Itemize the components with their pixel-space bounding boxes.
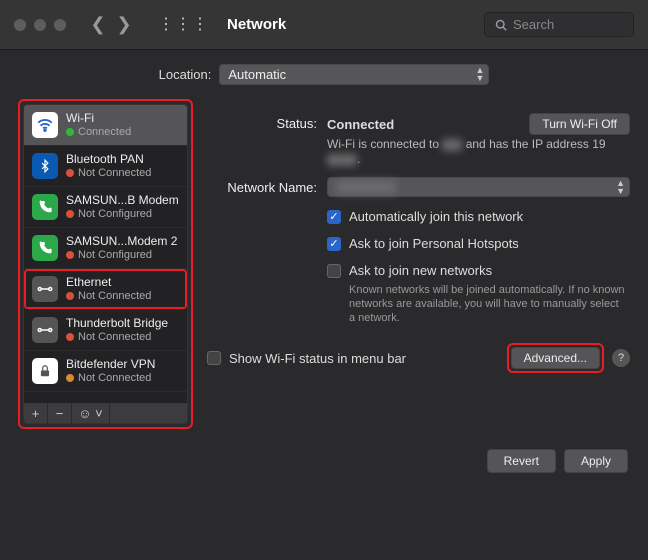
dialog-buttons: Revert Apply bbox=[0, 439, 648, 483]
ask-hotspot-checkbox[interactable]: ✓ bbox=[327, 237, 341, 251]
show-menubar-label: Show Wi-Fi status in menu bar bbox=[229, 351, 406, 366]
advanced-highlight-box: Advanced... bbox=[507, 343, 604, 373]
revert-button[interactable]: Revert bbox=[487, 449, 556, 473]
window-title: Network bbox=[227, 16, 286, 33]
ethernet-icon bbox=[32, 276, 58, 302]
ask-hotspot-row: ✓ Ask to join Personal Hotspots bbox=[327, 236, 630, 251]
sidebar-highlight-box: Wi-Fi Connected Bluetooth PAN Not Connec… bbox=[18, 99, 193, 429]
bluetooth-icon bbox=[32, 153, 58, 179]
network-name-select[interactable]: ▲▼ bbox=[327, 177, 630, 197]
sidebar-item-status: Not Connected bbox=[66, 371, 155, 385]
redacted-ip: xxxxx bbox=[327, 154, 357, 166]
sidebar-item-label: Wi-Fi bbox=[66, 111, 131, 125]
help-button[interactable]: ? bbox=[612, 349, 630, 367]
thunderbolt-icon bbox=[32, 317, 58, 343]
sidebar-item-status: Not Configured bbox=[66, 248, 177, 262]
main-panel: Status: Connected Turn Wi-Fi Off Wi-Fi i… bbox=[207, 99, 630, 373]
add-interface-button[interactable]: + bbox=[24, 404, 48, 423]
status-dot-icon bbox=[66, 333, 74, 341]
sidebar-item-ethernet[interactable]: Ethernet Not Connected bbox=[24, 269, 187, 310]
sidebar-item-status: Connected bbox=[66, 125, 131, 139]
status-label: Status: bbox=[207, 113, 327, 131]
search-icon bbox=[495, 19, 507, 31]
auto-join-label: Automatically join this network bbox=[349, 209, 523, 224]
turn-wifi-off-button[interactable]: Turn Wi-Fi Off bbox=[529, 113, 630, 135]
back-button[interactable]: ❮ bbox=[88, 14, 108, 35]
ask-new-note: Known networks will be joined automatica… bbox=[327, 283, 627, 325]
nav-arrows: ❮ ❯ bbox=[88, 14, 134, 35]
location-row: Location: Automatic ▲▼ bbox=[18, 64, 630, 85]
sidebar-item-label: Ethernet bbox=[66, 275, 151, 289]
search-placeholder: Search bbox=[513, 17, 554, 32]
search-input[interactable]: Search bbox=[484, 12, 634, 37]
minimize-window-dot[interactable] bbox=[34, 19, 46, 31]
remove-interface-button[interactable]: − bbox=[48, 404, 72, 423]
sidebar-item-status: Not Connected bbox=[66, 330, 168, 344]
status-dot-icon bbox=[66, 169, 74, 177]
chevron-updown-icon: ▲▼ bbox=[475, 66, 484, 82]
sidebar-footer: + − ☺︎ ˅ bbox=[24, 403, 187, 423]
status-value: Connected bbox=[327, 117, 394, 132]
lock-icon bbox=[32, 358, 58, 384]
titlebar: ❮ ❯ ⋮⋮⋮ Network Search bbox=[0, 0, 648, 50]
status-dot-icon bbox=[66, 128, 74, 136]
sidebar-item-thunderbolt[interactable]: Thunderbolt Bridge Not Connected bbox=[24, 310, 187, 351]
bottom-row: Show Wi-Fi status in menu bar Advanced..… bbox=[207, 343, 630, 373]
forward-button[interactable]: ❯ bbox=[114, 14, 134, 35]
status-dot-icon bbox=[66, 374, 74, 382]
sidebar-item-label: Bluetooth PAN bbox=[66, 152, 151, 166]
sidebar-item-label: SAMSUN...Modem 2 bbox=[66, 234, 177, 248]
location-label: Location: bbox=[159, 67, 212, 82]
more-interface-button[interactable]: ☺︎ ˅ bbox=[72, 404, 110, 423]
zoom-window-dot[interactable] bbox=[54, 19, 66, 31]
status-dot-icon bbox=[66, 292, 74, 300]
ask-new-checkbox[interactable] bbox=[327, 264, 341, 278]
ask-new-label: Ask to join new networks bbox=[349, 263, 492, 278]
network-name-label: Network Name: bbox=[207, 177, 327, 195]
window-controls bbox=[14, 19, 66, 31]
show-menubar-checkbox[interactable] bbox=[207, 351, 221, 365]
wifi-icon bbox=[32, 112, 58, 138]
status-subtext: Wi-Fi is connected to xx and has the IP … bbox=[327, 137, 617, 167]
sidebar-item-status: Not Connected bbox=[66, 289, 151, 303]
sidebar-item-label: Bitdefender VPN bbox=[66, 357, 155, 371]
sidebar-item-modem-1[interactable]: SAMSUN...B Modem Not Configured bbox=[24, 187, 187, 228]
show-all-icon[interactable]: ⋮⋮⋮ bbox=[158, 21, 209, 29]
ask-hotspot-label: Ask to join Personal Hotspots bbox=[349, 236, 519, 251]
advanced-button[interactable]: Advanced... bbox=[511, 347, 600, 369]
sidebar-item-label: Thunderbolt Bridge bbox=[66, 316, 168, 330]
phone-icon bbox=[32, 235, 58, 261]
sidebar-item-status: Not Connected bbox=[66, 166, 151, 180]
sidebar-item-modem-2[interactable]: SAMSUN...Modem 2 Not Configured bbox=[24, 228, 187, 269]
chevron-updown-icon: ▲▼ bbox=[616, 179, 625, 195]
status-row: Status: Connected Turn Wi-Fi Off Wi-Fi i… bbox=[207, 113, 630, 167]
phone-icon bbox=[32, 194, 58, 220]
redacted-ssid: xx bbox=[442, 139, 462, 151]
network-name-row: Network Name: ▲▼ ✓ Automatically join th… bbox=[207, 177, 630, 325]
content: Location: Automatic ▲▼ Wi-Fi Connected bbox=[0, 50, 648, 439]
location-value: Automatic bbox=[228, 67, 286, 82]
apply-button[interactable]: Apply bbox=[564, 449, 628, 473]
sidebar-item-bluetooth[interactable]: Bluetooth PAN Not Connected bbox=[24, 146, 187, 187]
menubar-row: Show Wi-Fi status in menu bar bbox=[207, 351, 406, 366]
location-select[interactable]: Automatic ▲▼ bbox=[219, 64, 489, 85]
redacted-network-name bbox=[336, 180, 396, 194]
sidebar-item-label: SAMSUN...B Modem bbox=[66, 193, 179, 207]
auto-join-row: ✓ Automatically join this network bbox=[327, 209, 630, 224]
ask-new-row: Ask to join new networks bbox=[327, 263, 630, 278]
panel-area: Wi-Fi Connected Bluetooth PAN Not Connec… bbox=[18, 99, 630, 429]
interface-sidebar: Wi-Fi Connected Bluetooth PAN Not Connec… bbox=[23, 104, 188, 424]
status-dot-icon bbox=[66, 251, 74, 259]
auto-join-checkbox[interactable]: ✓ bbox=[327, 210, 341, 224]
close-window-dot[interactable] bbox=[14, 19, 26, 31]
status-dot-icon bbox=[66, 210, 74, 218]
sidebar-item-vpn[interactable]: Bitdefender VPN Not Connected bbox=[24, 351, 187, 392]
sidebar-item-status: Not Configured bbox=[66, 207, 179, 221]
sidebar-item-wifi[interactable]: Wi-Fi Connected bbox=[24, 105, 187, 146]
